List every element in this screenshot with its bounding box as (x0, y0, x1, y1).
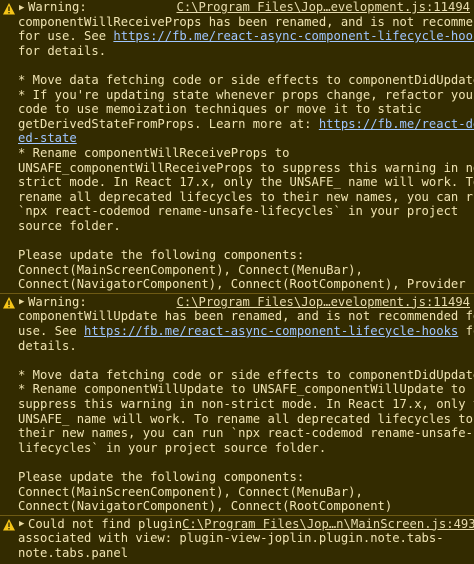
message-line: componentWillUpdate has been renamed, an… (18, 309, 474, 324)
message-header: Warning: C:\Program Files\Jop…evelopment… (18, 0, 470, 15)
url-link[interactable]: https://fb.me/react-deriv (319, 117, 474, 131)
message-line: source folder. (18, 218, 121, 233)
message-line: Connect(MainScreenComponent), Connect(Me… (18, 484, 363, 499)
console-message-warning[interactable]: ▶ Warning: C:\Program Files\Jop…evelopme… (0, 292, 474, 515)
message-line: note.tabs.panel (18, 545, 129, 560)
message-header: Warning: C:\Program Files\Jop…evelopment… (18, 295, 470, 310)
message-line (18, 234, 470, 249)
message-line: Connect(MainScreenComponent), Connect(Me… (18, 262, 363, 277)
message-line-with-link: for use. See https://fb.me/react-async-c… (18, 29, 474, 44)
warning-triangle-icon (3, 296, 15, 309)
message-line: Please update the following components: (18, 470, 305, 484)
message-text: getDerivedStateFromProps. Learn more at: (18, 116, 319, 131)
message-line-with-link: use. See https://fb.me/react-async-compo… (18, 324, 474, 339)
message-line: Connect(NavigatorComponent), Connect(Roo… (18, 499, 393, 514)
message-label: Warning: (28, 294, 87, 309)
message-text: for (465, 324, 474, 339)
message-line: strict mode. In React 17.x, only the UNS… (18, 175, 474, 190)
message-line: * Move data fetching code or side effect… (18, 72, 474, 87)
message-line: associated with view: plugin-view-joplin… (18, 531, 444, 546)
message-line: suppress this warning in non-strict mode… (18, 397, 474, 412)
message-label: Could not find plugin (28, 516, 183, 531)
message-line: their new names, you can run `npx react-… (18, 426, 473, 441)
message-line: rename all deprecated lifecycles to thei… (18, 189, 474, 204)
message-line: details. (18, 338, 77, 353)
message-line: * Rename componentWillReceiveProps to (18, 145, 290, 160)
url-link-continued[interactable]: ed-state (18, 131, 77, 145)
message-line: * If you're updating state whenever prop… (18, 87, 474, 102)
console-message-warning[interactable]: ▶ Warning: C:\Program Files\Jop…evelopme… (0, 0, 474, 293)
message-line: lifecycles` in your project source folde… (18, 440, 327, 455)
expand-triangle-icon[interactable]: ▶ (19, 517, 24, 532)
message-line (18, 353, 470, 368)
message-header: Could not find plugin C:\Program Files\J… (18, 516, 474, 532)
expand-triangle-icon[interactable]: ▶ (19, 295, 24, 310)
message-text: use. See (18, 324, 85, 339)
message-line-with-link: ed-state (18, 131, 470, 146)
url-link[interactable]: https://fb.me/react-async-component-life… (84, 324, 458, 338)
message-line-with-link: getDerivedStateFromProps. Learn more at:… (18, 116, 474, 132)
message-line: Please update the following components: (18, 248, 305, 263)
message-text: for use. See (18, 29, 114, 44)
source-link[interactable]: C:\Program Files\Jop…n\MainScreen.js:493 (182, 517, 474, 532)
message-line: UNSAFE_ name will work. To rename all de… (18, 411, 473, 426)
message-label: Warning: (28, 0, 87, 14)
console-message-warning[interactable]: ▶ Could not find plugin C:\Program Files… (0, 514, 474, 562)
devtools-console: ▶ Warning: C:\Program Files\Jop…evelopme… (0, 0, 474, 564)
message-line: `npx react-codemod rename-unsafe-lifecyc… (18, 204, 459, 219)
message-line: componentWillReceiveProps has been renam… (18, 14, 474, 29)
message-line: * Move data fetching code or side effect… (18, 367, 474, 382)
message-line: Connect(NavigatorComponent), Connect(Roo… (18, 277, 466, 292)
source-link[interactable]: C:\Program Files\Jop…evelopment.js:11494 (177, 0, 471, 15)
message-line: UNSAFE_componentWillReceiveProps to supp… (18, 160, 474, 175)
message-line: * Rename componentWillUpdate to UNSAFE_c… (18, 382, 466, 397)
message-line (18, 455, 470, 470)
message-line (18, 58, 470, 73)
message-line: code to use memoization techniques or mo… (18, 102, 422, 117)
source-link[interactable]: C:\Program Files\Jop…evelopment.js:11494 (177, 295, 471, 310)
expand-triangle-icon[interactable]: ▶ (19, 1, 24, 16)
warning-triangle-icon (3, 518, 15, 531)
message-line: for details. (18, 43, 107, 58)
url-link[interactable]: https://fb.me/react-async-component-life… (113, 29, 474, 43)
warning-triangle-icon (3, 3, 15, 15)
